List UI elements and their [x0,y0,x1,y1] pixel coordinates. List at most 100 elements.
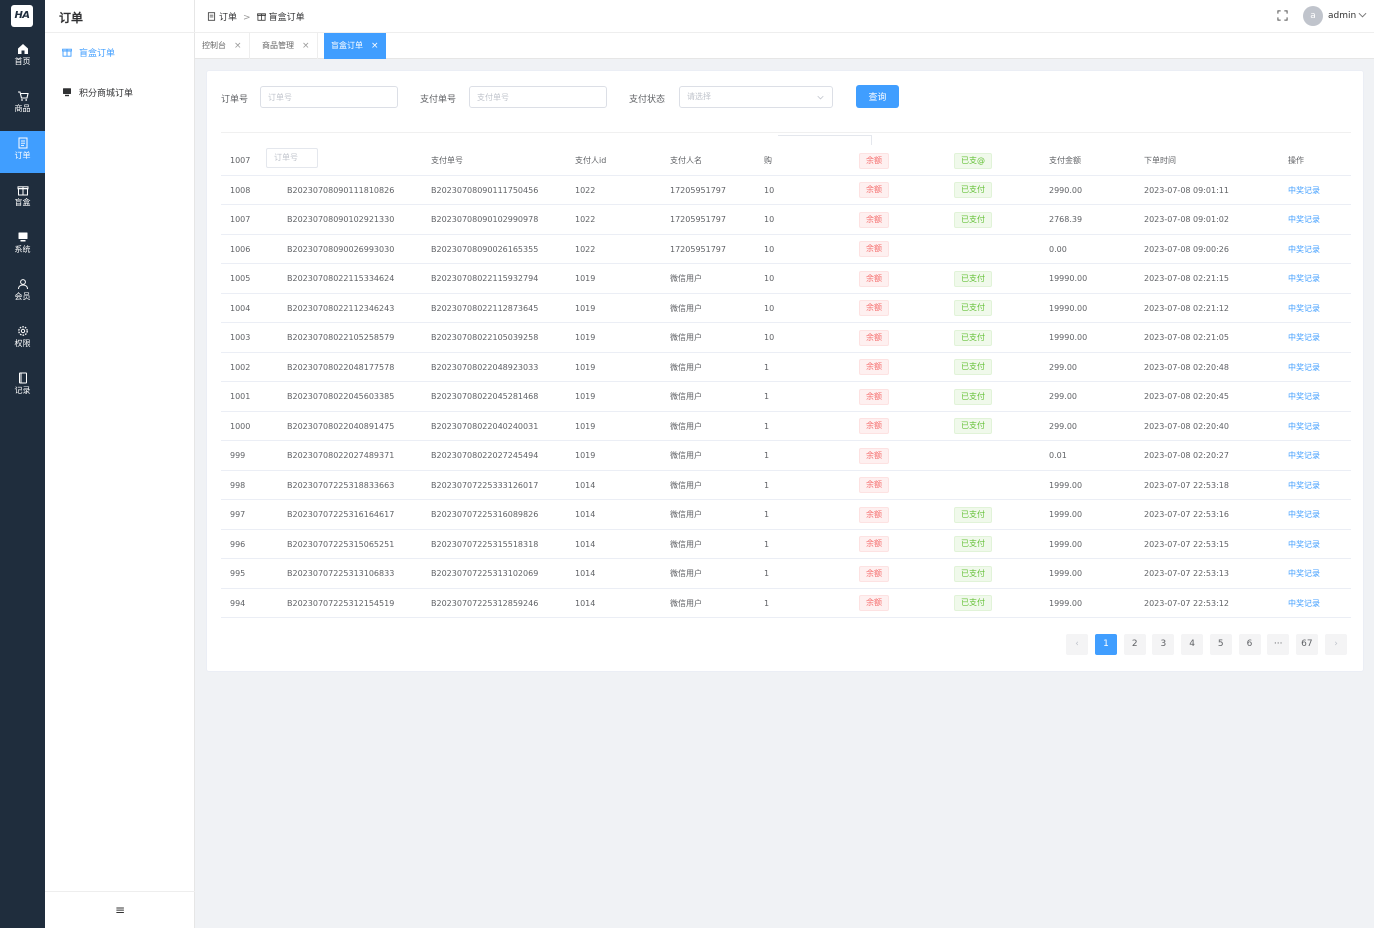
table-row: 996 B20230707225315065251 B202307072253155… [221,530,1351,559]
rail-item-5[interactable]: 会员 [0,272,45,314]
cell-payer-name: 微信用户 [670,451,702,460]
winning-record-link[interactable]: 中奖记录 [1288,215,1320,224]
avatar[interactable]: a [1303,6,1323,26]
cell-amount: 1999.00 [1049,510,1083,519]
cell-op: 中奖记录 [1288,471,1320,500]
payment-method-tag: 余额 [859,418,889,434]
page-button-2[interactable]: 3 [1152,634,1175,655]
rail-item-4[interactable]: 系统 [0,225,45,267]
cell-method: 余额 [859,235,889,264]
cell-op: 中奖记录 [1288,589,1320,618]
cell-method: 余额 [859,441,889,470]
page-button-4[interactable]: 5 [1209,634,1232,655]
header-time: 下单时间 [1144,156,1176,165]
order-card: 订单号 支付单号 支付状态 请选择 查询 1007支付单号支付人id支付人名购余… [206,70,1364,672]
cell-payer-id: 1022 [575,244,596,254]
winning-record-link[interactable]: 中奖记录 [1288,422,1320,431]
cell-id: 1006 [230,244,251,254]
rail-item-2[interactable]: 订单 [0,131,45,173]
winning-record-link[interactable]: 中奖记录 [1288,333,1320,342]
cell-order-no: B20230707225313106833 [287,569,395,578]
tab-1[interactable]: 商品管理 × [255,33,318,59]
winning-record-link[interactable]: 中奖记录 [1288,274,1320,283]
cell-order-no: B20230708022040891475 [287,421,395,431]
close-icon[interactable]: × [234,41,242,51]
rail-item-3[interactable]: 盲盒 [0,178,45,220]
page-button-3[interactable]: 4 [1181,634,1204,655]
cell-amount: 1999.00 [1049,598,1083,608]
collapse-menu-button[interactable]: ≡ [45,891,195,928]
cell-pay-no: B20230707225316089826 [431,510,539,519]
page-button-6[interactable]: ··· [1267,634,1290,655]
query-button[interactable]: 查询 [856,85,899,108]
rail-item-6[interactable]: 权限 [0,319,45,361]
cell-method: 余额 [859,323,889,352]
winning-record-link[interactable]: 中奖记录 [1288,540,1320,549]
cell-method: 余额 [859,264,889,293]
cell-payer-id: 1014 [575,480,596,490]
status-badge: 已支付 [954,329,992,346]
header-qty: 购 [764,156,772,165]
chevron-down-icon[interactable] [1358,12,1367,18]
status-badge: 已支付 [954,418,992,434]
cell-op: 中奖记录 [1288,530,1320,559]
rail-item-label: 会员 [14,292,31,301]
winning-record-link[interactable]: 中奖记录 [1288,392,1320,401]
winning-record-link[interactable]: 中奖记录 [1288,186,1320,195]
breadcrumb-item-orders[interactable]: 订单 [219,13,237,23]
winning-record-link[interactable]: 中奖记录 [1288,363,1320,372]
tab-0[interactable]: 控制台 × [195,33,250,59]
page-button-5[interactable]: 6 [1238,634,1261,655]
breadcrumb-separator: > [243,13,251,23]
page-button-7[interactable]: 67 [1295,634,1318,655]
home-icon [17,43,29,55]
gift-box-icon [17,184,29,196]
rail-item-label: 盲盒 [14,198,31,207]
pay-status-select[interactable]: 请选择 [679,86,833,108]
close-icon[interactable]: × [302,41,310,51]
cell-pay-no: B20230708022045281468 [431,392,539,401]
sidebar-item-0[interactable]: 盲盒订单 [45,43,194,65]
fullscreen-icon[interactable] [1277,10,1288,21]
winning-record-link[interactable]: 中奖记录 [1288,304,1320,313]
rail-item-0[interactable]: 首页 [0,37,45,79]
tab-2[interactable]: 盲盒订单 × [324,33,386,59]
cell-order-no: B20230707225316164617 [287,510,395,519]
close-icon[interactable]: × [371,41,379,51]
sidebar-item-1[interactable]: 积分商城订单 [45,83,194,105]
prev-page-button[interactable]: ‹ [1066,634,1088,655]
page-button-0[interactable]: 1 [1095,634,1117,655]
winning-record-link[interactable]: 中奖记录 [1288,599,1320,608]
winning-record-link[interactable]: 中奖记录 [1288,481,1320,490]
header-op: 操作 [1288,156,1304,165]
rail-item-label: 订单 [14,151,31,160]
winning-record-link[interactable]: 中奖记录 [1288,569,1320,578]
status-badge: 已支付 [954,595,992,611]
cell-status: 已支付 [954,205,992,234]
cell-op: 中奖记录 [1288,264,1320,293]
cell-method: 余额 [859,294,889,323]
rail-item-label: 权限 [14,339,31,348]
cell-qty: 10 [764,274,775,283]
page-button-1[interactable]: 2 [1123,634,1146,655]
username-label[interactable]: admin [1328,11,1356,21]
pay-no-input[interactable] [469,86,607,108]
cell-amount: 2768.39 [1049,215,1083,224]
floating-order-no-input[interactable]: 订单号 [266,148,318,168]
cell-op: 中奖记录 [1288,559,1320,588]
cell-payer-name: 微信用户 [670,510,702,519]
cell-id: 996 [230,539,246,549]
gift-box-icon [62,47,72,57]
next-page-button[interactable]: › [1325,634,1347,655]
cell-amount: 19990.00 [1049,303,1088,313]
cell-order-no: B20230707225315065251 [287,539,395,549]
order-no-input[interactable] [260,86,398,108]
winning-record-link[interactable]: 中奖记录 [1288,245,1320,254]
payment-method-tag: 余额 [859,536,889,552]
rail-item-7[interactable]: 记录 [0,366,45,408]
winning-record-link[interactable]: 中奖记录 [1288,510,1320,519]
rail-item-1[interactable]: 商品 [0,84,45,126]
winning-record-link[interactable]: 中奖记录 [1288,451,1320,460]
cart-icon [17,90,29,102]
cell-payer-id: 1014 [575,539,596,549]
